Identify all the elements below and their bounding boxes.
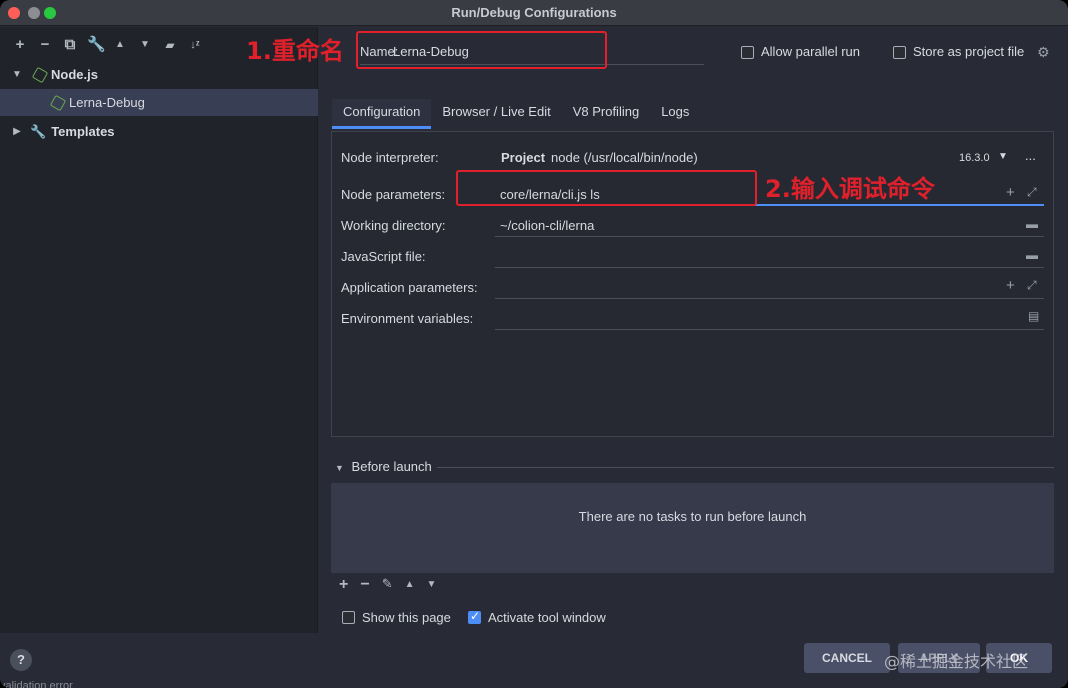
node-interpreter-row: Node interpreter: Project node (/usr/loc… — [341, 143, 1046, 169]
folder-add-icon[interactable]: ▰ — [162, 37, 178, 53]
annotation-box-params — [456, 170, 757, 206]
environment-variables-row: Environment variables: ▤ — [341, 304, 1046, 330]
expand-icon[interactable]: ⤢ — [1027, 185, 1037, 200]
wrench-icon: 🔧 — [30, 123, 47, 139]
annotation-input-command: 2.输入调试命令 — [765, 175, 935, 203]
working-directory-row: Working directory: ~/colion-cli/lerna ▬ — [341, 211, 1046, 237]
before-launch-empty-text: There are no tasks to run before launch — [578, 509, 807, 524]
store-project-label: Store as project file — [913, 44, 1025, 59]
annotation-box-name — [356, 31, 607, 69]
edit-pencil-icon[interactable]: ✎ — [382, 576, 393, 594]
dialog-window: Run/Debug Configurations + − ⧉ 🔧 ▲ ▼ ▰ ↓… — [0, 0, 1068, 688]
javascript-file-input[interactable] — [495, 267, 1044, 268]
working-directory-label: Working directory: — [341, 218, 446, 233]
help-button[interactable]: ? — [10, 649, 32, 671]
expand-plus-icon[interactable]: + — [1006, 277, 1015, 294]
remove-icon[interactable]: − — [37, 37, 53, 53]
javascript-file-row: JavaScript file: ▬ — [341, 242, 1046, 268]
javascript-file-label: JavaScript file: — [341, 249, 426, 264]
allow-parallel-checkbox[interactable] — [741, 46, 754, 59]
before-launch-toolbar: + − ✎ ▲ ▼ — [339, 576, 436, 594]
expand-icon[interactable]: ⤢ — [1027, 278, 1037, 293]
nodejs-icon — [31, 66, 49, 83]
chevron-down-icon[interactable]: ▼ — [10, 69, 24, 80]
divider — [437, 467, 1054, 468]
application-parameters-row: Application parameters: + ⤢ — [341, 273, 1046, 299]
watermark: @稀土掘金技术社区 — [884, 652, 1029, 671]
chevron-right-icon[interactable]: ▶ — [10, 126, 24, 137]
tree-templates-label: Templates — [51, 124, 115, 139]
document-icon[interactable]: ▤ — [1028, 309, 1039, 323]
move-down-icon[interactable]: ▼ — [137, 37, 153, 53]
activate-tool-window-checkbox[interactable] — [468, 609, 481, 624]
before-launch-header[interactable]: ▼ Before launch — [331, 459, 1054, 474]
wrench-icon[interactable]: 🔧 — [87, 37, 106, 53]
more-button[interactable]: ... — [1025, 148, 1036, 163]
interpreter-project: Project — [501, 150, 546, 165]
tab-bar: Configuration Browser / Live Edit V8 Pro… — [332, 99, 700, 129]
move-down-icon[interactable]: ▼ — [427, 576, 437, 594]
chevron-down-icon[interactable]: ▼ — [998, 151, 1008, 162]
sort-icon[interactable]: ↓ᶻ — [187, 37, 203, 53]
before-launch-title: Before launch — [351, 459, 432, 474]
tree-item-label: Lerna-Debug — [69, 95, 145, 110]
tab-logs[interactable]: Logs — [650, 99, 700, 129]
activate-tool-window-label: Activate tool window — [488, 610, 606, 625]
tab-configuration[interactable]: Configuration — [332, 99, 432, 129]
environment-variables-label: Environment variables: — [341, 311, 474, 326]
store-project-checkbox[interactable] — [893, 46, 906, 59]
title-bar: Run/Debug Configurations — [0, 0, 1068, 26]
application-parameters-input[interactable] — [495, 298, 1044, 299]
node-parameters-label: Node parameters: — [341, 187, 446, 202]
tree-group-label: Node.js — [51, 67, 98, 82]
tree-group-templates[interactable]: ▶ 🔧 Templates — [0, 118, 318, 145]
tab-v8-profiling[interactable]: V8 Profiling — [562, 99, 650, 129]
add-icon[interactable]: + — [12, 37, 28, 53]
cancel-button[interactable]: CANCEL — [804, 643, 890, 673]
status-text: validation error — [0, 680, 73, 688]
folder-icon[interactable]: ▬ — [1026, 217, 1038, 231]
node-interpreter-label: Node interpreter: — [341, 150, 439, 165]
tree-item-lerna-debug[interactable]: Lerna-Debug — [0, 89, 318, 116]
interpreter-select[interactable]: node (/usr/local/bin/node) — [551, 150, 698, 165]
nodejs-icon — [49, 94, 67, 111]
before-launch-list: There are no tasks to run before launch — [331, 483, 1054, 573]
chevron-down-icon[interactable]: ▼ — [335, 463, 344, 473]
expand-plus-icon[interactable]: + — [1006, 184, 1015, 201]
environment-variables-input[interactable] — [495, 329, 1044, 330]
show-this-page-checkbox[interactable] — [342, 611, 355, 624]
window-title: Run/Debug Configurations — [451, 5, 617, 20]
tab-browser-live-edit[interactable]: Browser / Live Edit — [431, 99, 561, 129]
show-this-page-label: Show this page — [362, 610, 451, 625]
configuration-editor: Name: Lerna-Debug Allow parallel run Sto… — [319, 27, 1068, 633]
gear-icon[interactable]: ⚙ — [1037, 44, 1050, 61]
add-icon[interactable]: + — [339, 576, 348, 594]
application-parameters-label: Application parameters: — [341, 280, 478, 295]
move-up-icon[interactable]: ▲ — [112, 37, 128, 53]
interpreter-version: 16.3.0 — [959, 152, 990, 164]
folder-icon[interactable]: ▬ — [1026, 248, 1038, 262]
remove-icon[interactable]: − — [360, 576, 369, 594]
move-up-icon[interactable]: ▲ — [405, 576, 415, 594]
copy-icon[interactable]: ⧉ — [62, 37, 78, 53]
working-directory-underline — [495, 236, 1044, 237]
annotation-rename: 1.重命名 — [246, 37, 344, 65]
allow-parallel-label: Allow parallel run — [761, 44, 860, 59]
configuration-tree-pane: + − ⧉ 🔧 ▲ ▼ ▰ ↓ᶻ ▼ Node.js Lerna-Debug ▶… — [0, 27, 318, 633]
working-directory-input[interactable]: ~/colion-cli/lerna — [500, 218, 594, 233]
